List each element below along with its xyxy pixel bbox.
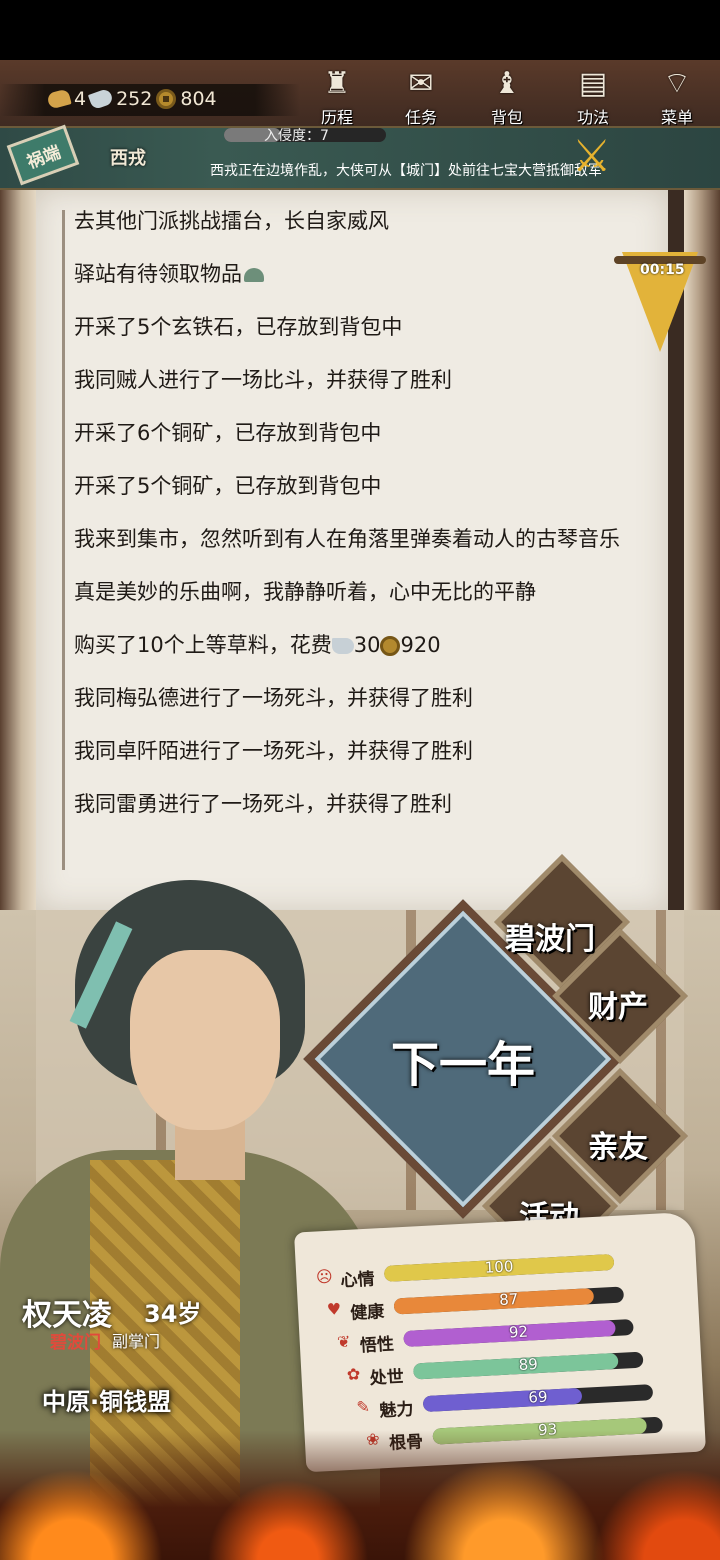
log-entry: 真是美妙的乐曲啊，我静静听着，心中无比的平静 xyxy=(74,577,654,607)
nav-tasks-label: 任务 xyxy=(404,108,437,127)
nav-bag[interactable]: ♝ 背包 xyxy=(476,66,538,127)
log-entry: 我同梅弘德进行了一场死斗，并获得了胜利 xyxy=(74,683,654,713)
book-icon: ▤ xyxy=(578,66,608,101)
copper-coin-icon xyxy=(156,89,177,109)
stat-value: 92 xyxy=(508,1322,529,1342)
log-rail xyxy=(62,210,65,870)
log-entry: 开采了5个铜矿，已存放到背包中 xyxy=(74,471,654,501)
enemy-name: 西戎 xyxy=(110,148,146,169)
log-entry-text: 驿站有待领取物品 xyxy=(74,262,242,286)
log-entry-text: 开采了5个铜矿，已存放到背包中 xyxy=(74,474,382,498)
copper-coin-icon xyxy=(380,636,401,656)
stat-value: 69 xyxy=(527,1387,548,1407)
crossed-swords-icon: ⚔ xyxy=(572,131,611,182)
face-icon: ☹ xyxy=(315,1266,334,1287)
silver-ingot-icon xyxy=(331,638,354,654)
stat-value: 89 xyxy=(518,1355,539,1375)
stat-label: 处世 xyxy=(369,1367,405,1389)
character-sect: 碧波门 xyxy=(50,1333,101,1353)
item-pouch-icon xyxy=(244,268,264,282)
gold-ingot-icon xyxy=(46,88,72,110)
log-entry-text: 我来到集市，忽然听到有人在角落里弹奏着动人的古琴音乐 xyxy=(74,527,620,551)
mind-icon: ❦ xyxy=(336,1331,351,1352)
fan-icon: ✎ xyxy=(356,1396,371,1417)
bag-icon: ♝ xyxy=(493,66,521,101)
log-entry-text: 我同雷勇进行了一场死斗，并获得了胜利 xyxy=(74,792,452,816)
silver-ingot-icon xyxy=(88,87,115,111)
character-age: 34岁 xyxy=(144,1300,202,1328)
timer-pennant[interactable]: 00:15 xyxy=(610,252,710,362)
log-entry: 我同雷勇进行了一场死斗，并获得了胜利 xyxy=(74,789,654,819)
log-entry: 开采了6个铜矿，已存放到背包中 xyxy=(74,418,654,448)
log-entry: 驿站有待领取物品 xyxy=(74,259,654,289)
coin-amount: 804 xyxy=(180,88,217,110)
stat-value: 100 xyxy=(484,1257,514,1277)
wealth-button-label: 财产 xyxy=(588,990,648,1025)
silver-amount: 252 xyxy=(116,88,153,110)
event-log-list: 去其他门派挑战擂台，长自家威风 驿站有待领取物品开采了5个玄铁石，已存放到背包中我… xyxy=(74,206,654,842)
log-entry: 我同卓阡陌进行了一场死斗，并获得了胜利 xyxy=(74,736,654,766)
log-entry: 我同贼人进行了一场比斗，并获得了胜利 xyxy=(74,365,654,395)
stat-value: 87 xyxy=(498,1289,519,1309)
cost-coins: 920 xyxy=(400,633,441,657)
log-entry: 购买了10个上等草料，花费 30 920 xyxy=(74,630,654,660)
fan-icon: ⌔ xyxy=(662,66,692,101)
stat-label: 悟性 xyxy=(359,1334,395,1357)
nav-bag-label: 背包 xyxy=(490,108,523,127)
game-screen: 4 252 804 ♜ 历程 ✉ 任务 ♝ 背包 ▤ 功法 ⌔ 菜单 入侵度：7… xyxy=(0,0,720,1560)
gourd-icon: ♜ xyxy=(323,66,351,101)
currency-display: 4 252 804 xyxy=(46,84,217,114)
log-entry-text: 我同卓阡陌进行了一场死斗，并获得了胜利 xyxy=(74,739,473,763)
log-entry: 开采了5个玄铁石，已存放到背包中 xyxy=(74,312,654,342)
next-year-label: 下一年 xyxy=(390,1037,535,1093)
nav-tasks[interactable]: ✉ 任务 xyxy=(390,66,452,127)
flower-icon: ✿ xyxy=(346,1364,361,1385)
stat-label: 魅力 xyxy=(378,1399,414,1422)
log-entry-text: 我同贼人进行了一场比斗，并获得了胜利 xyxy=(74,368,452,392)
character-region: 中原·铜钱盟 xyxy=(42,1388,172,1416)
log-entry-text: 开采了6个铜矿，已存放到背包中 xyxy=(74,421,382,445)
nav-menu[interactable]: ⌔ 菜单 xyxy=(646,66,708,127)
character-role: 副掌门 xyxy=(112,1332,161,1351)
heart-icon: ♥ xyxy=(326,1299,342,1320)
flame-border xyxy=(0,1430,720,1560)
log-entry-text: 开采了5个玄铁石，已存放到背包中 xyxy=(74,315,403,339)
stat-label: 健康 xyxy=(349,1302,385,1324)
cost-silver: 30 xyxy=(353,633,381,657)
log-entry: 我来到集市，忽然听到有人在角落里弹奏着动人的古琴音乐 xyxy=(74,524,654,554)
log-entry-text: 我同梅弘德进行了一场死斗，并获得了胜利 xyxy=(74,686,473,710)
log-entry-text: 去其他门派挑战擂台，长自家威风 xyxy=(74,209,389,233)
gold-amount: 4 xyxy=(74,88,87,110)
nav-history[interactable]: ♜ 历程 xyxy=(306,66,368,127)
character-face xyxy=(130,950,280,1130)
scroll-icon: ✉ xyxy=(408,66,434,101)
nav-skills[interactable]: ▤ 功法 xyxy=(562,66,624,127)
invasion-level-label: 入侵度：7 xyxy=(264,128,329,144)
log-entry-text: 购买了10个上等草料，花费 xyxy=(74,633,332,657)
timer-text: 00:15 xyxy=(640,262,685,278)
log-entry: 去其他门派挑战擂台，长自家威风 xyxy=(74,206,654,236)
log-entry-text: 真是美妙的乐曲啊，我静静听着，心中无比的平静 xyxy=(74,580,536,604)
relatives-button-label: 亲友 xyxy=(588,1130,648,1165)
stat-label: 心情 xyxy=(340,1269,376,1292)
status-bar xyxy=(0,0,720,60)
